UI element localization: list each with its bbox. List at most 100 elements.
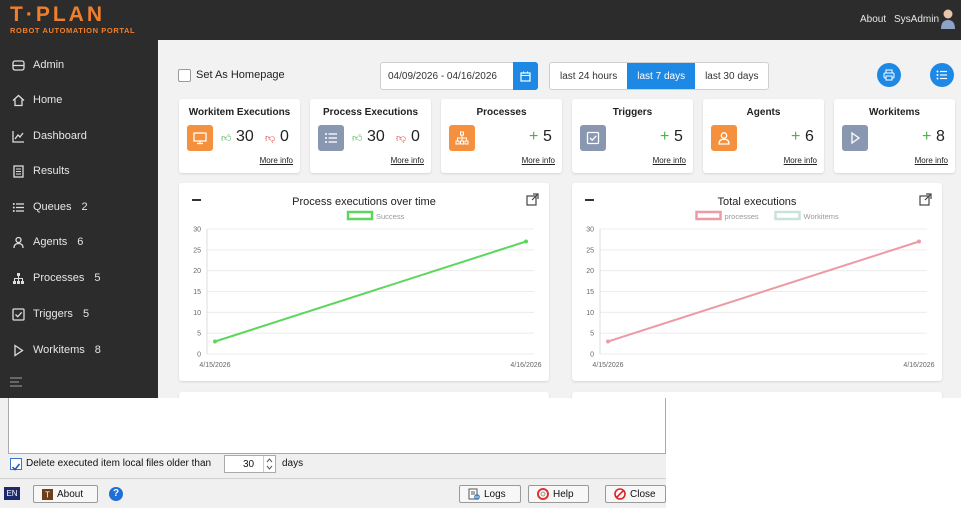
collapse-sidebar-icon[interactable] [10,377,22,387]
sitemap-icon [449,125,475,151]
plus-sign: + [660,128,670,145]
sidebar-item-label: Agents [33,236,68,248]
top-bar: T·PLAN ROBOT AUTOMATION PORTAL About Sys… [0,0,961,40]
range-last-7-days[interactable]: last 7 days [627,63,696,89]
log-textarea[interactable] [8,398,666,454]
calendar-icon[interactable] [513,62,538,90]
help-button[interactable]: Help [528,485,589,503]
help-button-label: Help [553,488,574,500]
success-count: 30 [367,128,385,145]
y-tick-label: 5 [197,331,201,338]
data-point [917,239,921,244]
card-process-executions: Process Executions 👍︎ 30 👎︎ 0 More info [310,99,431,173]
sidebar-item-label: Admin [33,59,65,71]
user-icon [711,125,737,151]
card-workitems: Workitems + 8 More info [834,99,955,173]
user-menu[interactable]: SysAdmin [894,14,939,25]
legend-swatch [695,210,722,221]
date-range-picker[interactable]: 04/09/2026 - 04/16/2026 [380,62,538,90]
card-value: 6 [805,128,814,145]
y-tick-label: 10 [193,310,201,317]
about-button[interactable]: T About [33,485,98,503]
sidebar-item-label: Workitems [33,344,85,356]
about-link[interactable]: About [860,14,886,25]
more-info-link[interactable]: More info [260,156,293,165]
y-tick-label: 30 [193,227,201,234]
data-point [213,339,217,344]
total-executions-line-chart: processes Workitems 0 5 10 15 20 25 30 4/15/2026 4… [586,210,935,369]
more-info-link[interactable]: More info [784,156,817,165]
legend-label: processes [725,212,759,221]
card-title: Triggers [612,107,653,118]
logs-icon [468,488,480,500]
y-tick-label: 25 [586,247,594,254]
card-title: Workitem Executions [188,107,291,118]
list-icon [318,125,344,151]
range-last-24-hours[interactable]: last 24 hours [550,63,627,89]
triggers-icon [11,307,25,321]
close-button[interactable]: Close [605,485,666,503]
sidebar-item-label: Queues [33,201,72,213]
y-tick-label: 0 [197,352,201,359]
card-processes: Processes + 5 More info [441,99,562,173]
more-info-link[interactable]: More info [391,156,424,165]
spinner-arrows-icon[interactable] [263,456,275,472]
card-workitem-executions: Workitem Executions 👍︎ 30 👎︎ 0 More info [179,99,300,173]
sidebar-item-admin[interactable]: Admin [0,50,158,80]
menu-list-button[interactable] [930,63,954,87]
more-info-link[interactable]: More info [653,156,686,165]
sidebar-item-count: 5 [82,308,90,320]
thumbs-down-icon: 👎︎ [396,133,407,144]
card-title: Agents [746,107,781,118]
more-info-link[interactable]: More info [915,156,948,165]
queues-icon [11,200,25,214]
print-button[interactable] [877,63,901,87]
sidebar-item-triggers[interactable]: Triggers 5 [0,299,158,329]
help-question-icon[interactable]: ? [109,487,123,501]
y-tick-label: 25 [193,247,201,254]
sidebar-item-label: Home [33,94,63,106]
sidebar-item-count: 8 [94,344,101,356]
y-tick-label: 15 [586,289,594,296]
data-point [524,239,528,244]
success-count: 30 [236,128,254,145]
checkbox-icon [580,125,606,151]
sidebar-item-count: 6 [77,236,84,248]
external-link-icon[interactable] [526,193,539,206]
sidebar-item-processes[interactable]: Processes 5 [0,263,158,293]
days-label: days [282,458,304,469]
logs-button[interactable]: Logs [459,485,521,503]
user-avatar-icon[interactable] [940,8,956,30]
agents-icon [11,235,25,249]
sidebar-item-queues[interactable]: Queues 2 [0,192,158,222]
card-agents: Agents + 6 More info [703,99,824,173]
external-link-icon[interactable] [919,193,932,206]
range-last-30-days[interactable]: last 30 days [695,63,768,89]
date-range-value: 04/09/2026 - 04/16/2026 [388,71,497,82]
y-tick-label: 0 [590,352,594,359]
process-executions-chart-panel: Process executions over time Success 0 5 10… [179,183,549,381]
sidebar-item-home[interactable]: Home [0,85,158,115]
logo[interactable]: T·PLAN ROBOT AUTOMATION PORTAL [10,4,135,36]
sidebar-item-agents[interactable]: Agents 6 [0,227,158,257]
sidebar-item-results[interactable]: Results [0,156,158,186]
sidebar-item-label: Dashboard [33,130,87,142]
more-info-link[interactable]: More info [522,156,555,165]
settings-dialog: Delete executed item local files older t… [0,398,666,508]
main-content: Set As Homepage 04/09/2026 - 04/16/2026 … [158,40,961,398]
language-indicator[interactable]: EN [4,487,20,500]
sidebar-item-workitems[interactable]: Workitems 8 [0,335,158,365]
print-icon [883,69,895,81]
workitems-icon [11,343,25,357]
monitor-icon [187,125,213,151]
set-homepage-checkbox[interactable] [178,69,191,82]
delete-files-checkbox[interactable] [10,458,22,471]
sidebar-item-dashboard[interactable]: Dashboard [0,121,158,151]
card-value: 5 [543,128,552,145]
sidebar: Admin Home Dashboard Results Queues 2 Ag… [0,40,158,398]
sidebar-item-label: Processes [33,272,85,284]
sidebar-item-label: Triggers [33,308,73,320]
days-spinner[interactable]: 30 [224,455,276,473]
plus-sign: + [791,128,801,145]
lifebuoy-icon [537,488,549,500]
